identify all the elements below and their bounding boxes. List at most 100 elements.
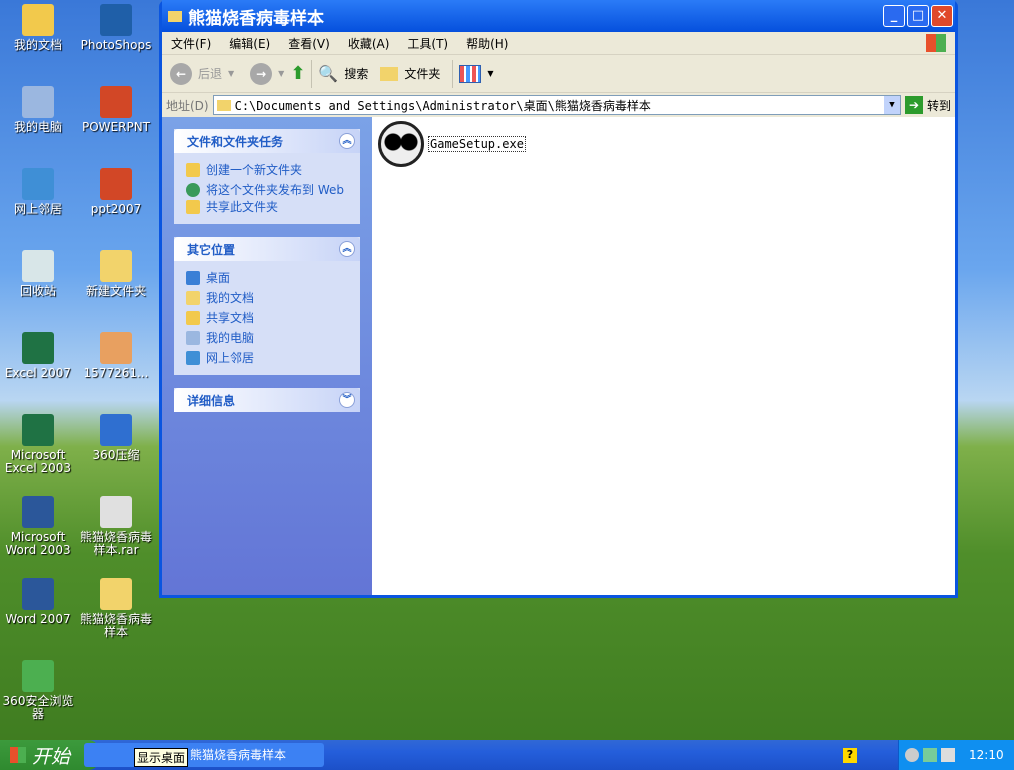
desktop-icon-image xyxy=(22,496,54,528)
title-bar[interactable]: 熊猫烧香病毒样本 _ □ ✕ xyxy=(162,0,955,32)
desktop-icon[interactable]: 360安全浏览器 xyxy=(0,660,77,721)
address-label: 地址(D) xyxy=(166,98,209,113)
back-dropdown-icon[interactable]: ▼ xyxy=(228,69,234,78)
go-button[interactable]: 转到 xyxy=(927,97,951,114)
desktop-icon[interactable]: 新建文件夹 xyxy=(77,250,155,298)
desktop-icon-image xyxy=(22,578,54,610)
network-tray-icon[interactable] xyxy=(923,748,937,762)
desktop-icon[interactable]: POWERPNT xyxy=(77,86,155,134)
place-desktop[interactable]: 桌面 xyxy=(186,268,350,288)
desktop-icon[interactable]: 1577261... xyxy=(77,332,155,380)
views-dropdown-icon[interactable]: ▼ xyxy=(487,69,493,78)
help-icon[interactable]: ? xyxy=(843,748,857,763)
volume-icon[interactable] xyxy=(905,748,919,762)
place-my-computer[interactable]: 我的电脑 xyxy=(186,328,350,348)
back-button[interactable]: 后退 xyxy=(198,65,222,82)
menu-edit[interactable]: 编辑(E) xyxy=(229,35,270,52)
menu-view[interactable]: 查看(V) xyxy=(288,35,330,52)
desktop-icon-label: 熊猫烧香病毒样本 xyxy=(79,612,152,639)
desktop-icon-image xyxy=(100,332,132,364)
desktop-icon[interactable]: 我的文档 xyxy=(0,4,77,52)
views-button[interactable] xyxy=(459,64,482,83)
forward-dropdown-icon[interactable]: ▼ xyxy=(278,69,284,78)
file-item[interactable]: GameSetup.exe xyxy=(378,121,949,167)
desktop-icon-label: PhotoShops xyxy=(80,38,152,52)
desktop-icon-label: 新建文件夹 xyxy=(85,284,146,298)
desktop-icon-image xyxy=(100,4,132,36)
panel-header[interactable]: 其它位置 ︽ xyxy=(174,237,360,261)
desktop-icon-image xyxy=(100,250,132,282)
task-label: 创建一个新文件夹 xyxy=(206,163,303,177)
place-network[interactable]: 网上邻居 xyxy=(186,348,350,368)
desktop-icon-label: 我的电脑 xyxy=(13,120,62,134)
desktop-icon xyxy=(186,271,200,285)
menu-tools[interactable]: 工具(T) xyxy=(407,35,448,52)
panel-title: 详细信息 xyxy=(187,393,236,408)
share-folder-icon xyxy=(186,200,200,214)
minimize-button[interactable]: _ xyxy=(883,5,905,27)
search-icon[interactable]: 🔍 xyxy=(318,64,338,83)
maximize-button[interactable]: □ xyxy=(907,5,929,27)
address-dropdown-icon[interactable]: ▼ xyxy=(883,96,900,114)
place-shared-documents[interactable]: 共享文档 xyxy=(186,308,350,328)
windows-logo-icon xyxy=(926,34,946,52)
desktop-icon-label: 1577261... xyxy=(83,366,149,380)
desktop-icon[interactable]: Microsoft Excel 2003 xyxy=(0,414,77,475)
desktop-icon[interactable]: Excel 2007 xyxy=(0,332,77,380)
task-new-folder[interactable]: 创建一个新文件夹 xyxy=(186,160,350,180)
desktop-icon-image xyxy=(22,86,54,118)
task-share-folder[interactable]: 共享此文件夹 xyxy=(186,197,350,217)
up-folder-button[interactable]: ⬆ xyxy=(290,63,305,84)
forward-button[interactable]: → xyxy=(250,62,273,85)
address-input[interactable]: C:\Documents and Settings\Administrator\… xyxy=(212,95,901,115)
desktop-icon[interactable]: 网上邻居 xyxy=(0,168,77,216)
desktop-icon[interactable]: PhotoShops xyxy=(77,4,155,52)
menu-file[interactable]: 文件(F) xyxy=(171,35,211,52)
file-list: GameSetup.exe xyxy=(372,117,955,595)
globe-icon xyxy=(186,183,200,197)
shared-documents-icon xyxy=(186,311,200,325)
desktop-icon[interactable]: Word 2007 xyxy=(0,578,77,626)
desktop-icon[interactable]: 熊猫烧香病毒样本 xyxy=(77,578,155,639)
my-computer-icon xyxy=(186,331,200,345)
panel-other-places: 其它位置 ︽ 桌面 我的文档 共享文档 我的电脑 网上邻居 xyxy=(174,237,360,375)
desktop-icon[interactable]: 回收站 xyxy=(0,250,77,298)
taskbar-task[interactable]: 熊猫烧香病毒样本 xyxy=(84,743,324,767)
desktop-icon[interactable]: ppt2007 xyxy=(77,168,155,216)
vm-tray-icon[interactable] xyxy=(941,748,955,762)
expand-icon[interactable]: ︾ xyxy=(339,392,355,408)
desktop-icon[interactable]: 我的电脑 xyxy=(0,86,77,134)
desktop-icon-label: 360安全浏览器 xyxy=(2,694,74,721)
folders-button[interactable]: 文件夹 xyxy=(404,65,440,82)
desktop-icon[interactable]: Microsoft Word 2003 xyxy=(0,496,77,557)
address-value: C:\Documents and Settings\Administrator\… xyxy=(234,98,651,113)
task-publish-web[interactable]: 将这个文件夹发布到 Web xyxy=(186,183,350,197)
panel-title: 文件和文件夹任务 xyxy=(187,134,284,149)
place-my-documents[interactable]: 我的文档 xyxy=(186,288,350,308)
menu-favorites[interactable]: 收藏(A) xyxy=(348,35,390,52)
desktop-icon-image xyxy=(100,496,132,528)
desktop-icon[interactable]: 360压缩 xyxy=(77,414,155,462)
network-icon xyxy=(186,351,200,365)
close-button[interactable]: ✕ xyxy=(931,5,953,27)
place-label: 我的文档 xyxy=(206,291,255,305)
desktop-icon-image xyxy=(22,250,54,282)
desktop-icon[interactable]: 熊猫烧香病毒样本.rar xyxy=(77,496,155,557)
desktop-icon-label: 网上邻居 xyxy=(13,202,62,216)
search-button[interactable]: 搜索 xyxy=(344,65,368,82)
panel-header[interactable]: 文件和文件夹任务 ︽ xyxy=(174,129,360,153)
explorer-window: 熊猫烧香病毒样本 _ □ ✕ 文件(F) 编辑(E) 查看(V) 收藏(A) 工… xyxy=(159,0,958,598)
folders-icon xyxy=(380,66,399,81)
panel-header[interactable]: 详细信息 ︾ xyxy=(174,388,360,412)
desktop-icon-label: 熊猫烧香病毒样本.rar xyxy=(79,530,152,557)
clock[interactable]: 12:10 xyxy=(969,748,1004,762)
folder-icon xyxy=(216,99,231,111)
collapse-icon[interactable]: ︽ xyxy=(339,133,355,149)
desktop-icon-label: 360压缩 xyxy=(92,448,140,462)
menu-help[interactable]: 帮助(H) xyxy=(466,35,508,52)
back-arrow-icon[interactable]: ← xyxy=(170,62,192,85)
system-tray: 12:10 xyxy=(898,740,1014,770)
go-arrow-icon[interactable]: ➔ xyxy=(904,96,923,114)
collapse-icon[interactable]: ︽ xyxy=(339,241,355,257)
desktop-icon-image xyxy=(22,660,54,692)
